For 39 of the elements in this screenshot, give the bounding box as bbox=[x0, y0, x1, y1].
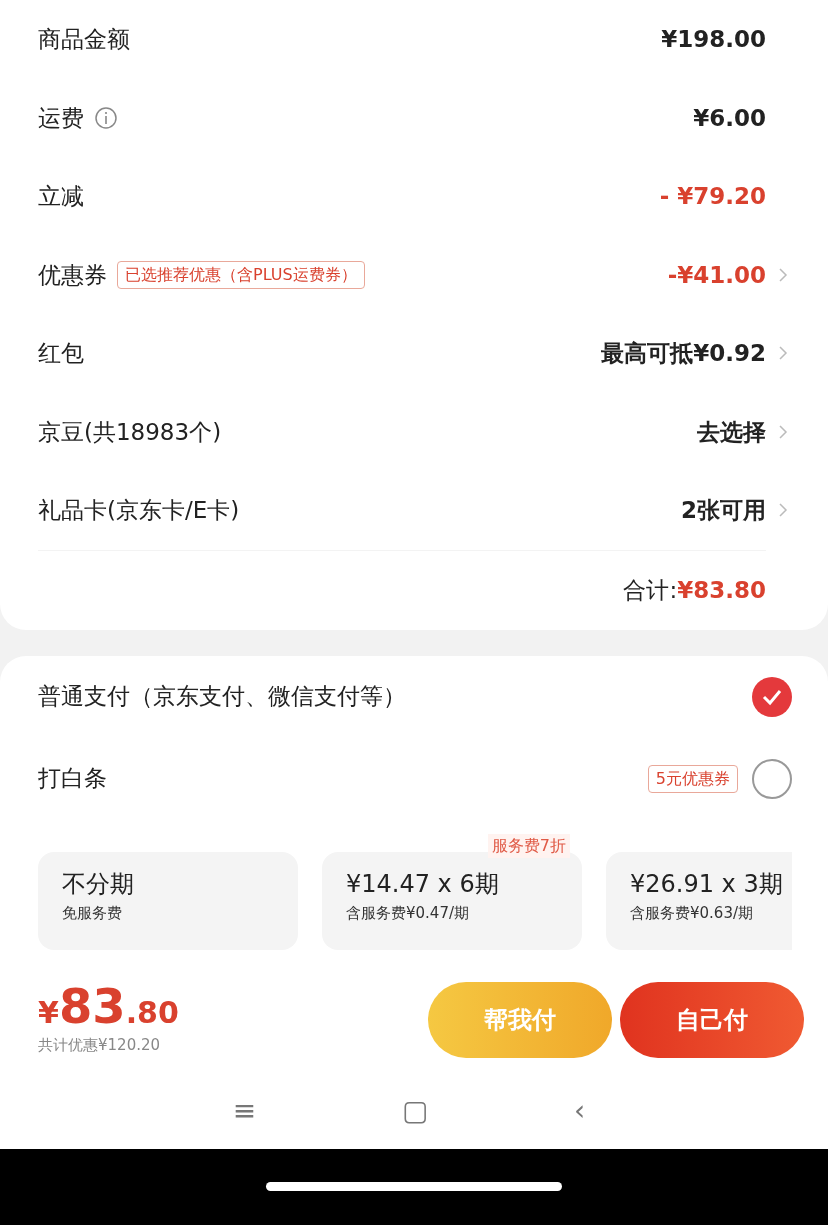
saving-text: 共计优惠¥120.20 bbox=[38, 1035, 162, 1057]
check-icon bbox=[761, 687, 783, 706]
home-button[interactable]: ▢ bbox=[401, 1090, 429, 1132]
payment-option-label: 打白条 bbox=[38, 764, 107, 794]
coupon-tag: 5元优惠券 bbox=[647, 764, 738, 793]
plan-note: 含服务费¥0.63/期 bbox=[630, 902, 754, 924]
row-label: 礼品卡(京东卡/E卡) bbox=[38, 496, 240, 525]
total-amount: ¥83.80 bbox=[38, 982, 179, 1031]
plan-title: ¥14.47 x 6期 bbox=[346, 868, 500, 900]
radio-button[interactable] bbox=[752, 676, 792, 717]
row-label: 京豆(共18983个) bbox=[38, 417, 222, 447]
plan-title: 不分期 bbox=[62, 868, 135, 900]
discount-badge: 服务费7折 bbox=[487, 833, 570, 858]
row-label: 红包 bbox=[38, 339, 84, 368]
row-label: 立减 bbox=[38, 182, 84, 211]
row-value[interactable]: 2张可用 bbox=[681, 493, 766, 528]
plan-note: 免服务费 bbox=[62, 902, 123, 924]
installment-option[interactable]: 不分期 免服务费 bbox=[38, 851, 298, 950]
row-value: ¥198.00 bbox=[661, 25, 766, 54]
row-label: 优惠券 bbox=[38, 260, 107, 290]
installment-option[interactable]: ¥26.91 x 3期 含服务费¥0.63/期 bbox=[606, 851, 792, 950]
back-button[interactable]: ‹ bbox=[573, 1090, 586, 1132]
total-value: ¥83.80 bbox=[677, 575, 766, 605]
menu-button[interactable]: ≡ bbox=[232, 1090, 257, 1132]
row-value[interactable]: 去选择 bbox=[697, 414, 766, 449]
payment-option-label: 普通支付（京东支付、微信支付等） bbox=[38, 682, 406, 712]
row-label: 运费 bbox=[38, 103, 84, 133]
home-indicator[interactable] bbox=[266, 1182, 562, 1192]
row-label: 商品金额 bbox=[38, 25, 130, 54]
coupon-tag: 已选推荐优惠（含PLUS运费券） bbox=[117, 260, 365, 289]
row-value[interactable]: -¥41.00 bbox=[667, 257, 766, 292]
row-value[interactable]: 最高可抵¥0.92 bbox=[601, 336, 766, 371]
pay-button[interactable]: 自己付 bbox=[620, 981, 804, 1058]
plan-title: ¥26.91 x 3期 bbox=[630, 868, 784, 900]
total-label: 合计: bbox=[623, 575, 678, 605]
row-value: ¥6.00 bbox=[693, 103, 766, 133]
radio-button[interactable] bbox=[752, 758, 792, 799]
row-value: - ¥79.20 bbox=[659, 182, 766, 211]
plan-note: 含服务费¥0.47/期 bbox=[346, 902, 470, 924]
